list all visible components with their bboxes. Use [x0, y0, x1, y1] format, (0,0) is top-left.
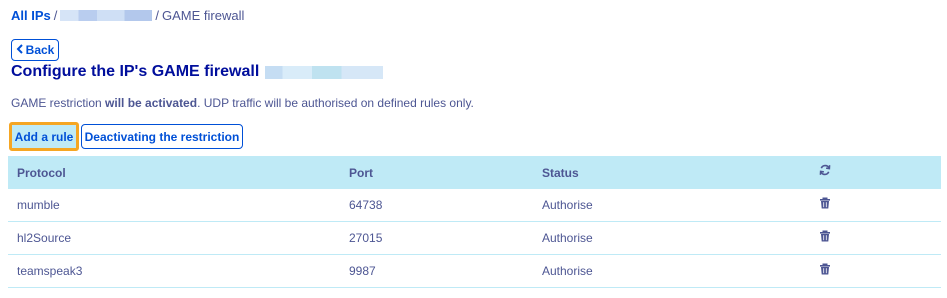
cell-actions — [819, 221, 941, 255]
cell-protocol: mumble — [8, 189, 340, 222]
back-button[interactable]: Back — [11, 39, 59, 61]
page-title-text: Configure the IP's GAME firewall — [11, 63, 260, 80]
breadcrumb-current: GAME firewall — [162, 8, 245, 23]
trash-icon[interactable] — [819, 263, 833, 277]
title-redacted-ip — [265, 65, 384, 79]
add-rule-button[interactable]: Add a rule — [9, 122, 79, 151]
description-prefix: GAME restriction — [11, 96, 106, 110]
page-title: Configure the IP's GAME firewall — [11, 63, 384, 81]
cell-port: 9987 — [340, 254, 533, 288]
header-port: Port — [349, 165, 373, 180]
cell-port: 27015 — [340, 221, 533, 255]
cell-status: Authorise — [533, 221, 819, 255]
cell-actions — [819, 189, 941, 222]
chevron-left-icon — [16, 43, 23, 57]
back-label: Back — [25, 43, 55, 57]
trash-icon[interactable] — [819, 230, 833, 244]
table-header-row: Protocol Port Status — [8, 156, 941, 189]
table-row: teamspeak3 9987 Authorise — [8, 254, 941, 288]
breadcrumb-separator: / — [53, 8, 58, 23]
refresh-icon[interactable] — [819, 164, 833, 178]
trash-icon[interactable] — [819, 197, 833, 211]
cell-status: Authorise — [533, 189, 819, 222]
description-bold: will be activated — [105, 96, 198, 110]
cell-status: Authorise — [533, 254, 819, 288]
breadcrumb: All IPs / / GAME firewall — [11, 8, 244, 23]
header-protocol: Protocol — [17, 165, 66, 180]
firewall-rules-table: Protocol Port Status mumble 64738 Author… — [8, 156, 941, 288]
breadcrumb-redacted-ip[interactable] — [60, 10, 153, 21]
cell-protocol: teamspeak3 — [8, 254, 340, 288]
table-row: hl2Source 27015 Authorise — [8, 221, 941, 255]
restriction-description: GAME restriction will be activated. UDP … — [11, 96, 474, 110]
header-status: Status — [542, 165, 579, 180]
cell-actions — [819, 254, 941, 288]
breadcrumb-all-ips-link[interactable]: All IPs — [11, 8, 51, 23]
cell-port: 64738 — [340, 189, 533, 222]
breadcrumb-separator: / — [155, 8, 159, 23]
cell-protocol: hl2Source — [8, 221, 340, 255]
header-refresh — [819, 156, 941, 189]
deactivate-restriction-button[interactable]: Deactivating the restriction — [81, 124, 243, 149]
table-row: mumble 64738 Authorise — [8, 189, 941, 222]
description-suffix: . UDP traffic will be authorised on defi… — [197, 96, 474, 110]
